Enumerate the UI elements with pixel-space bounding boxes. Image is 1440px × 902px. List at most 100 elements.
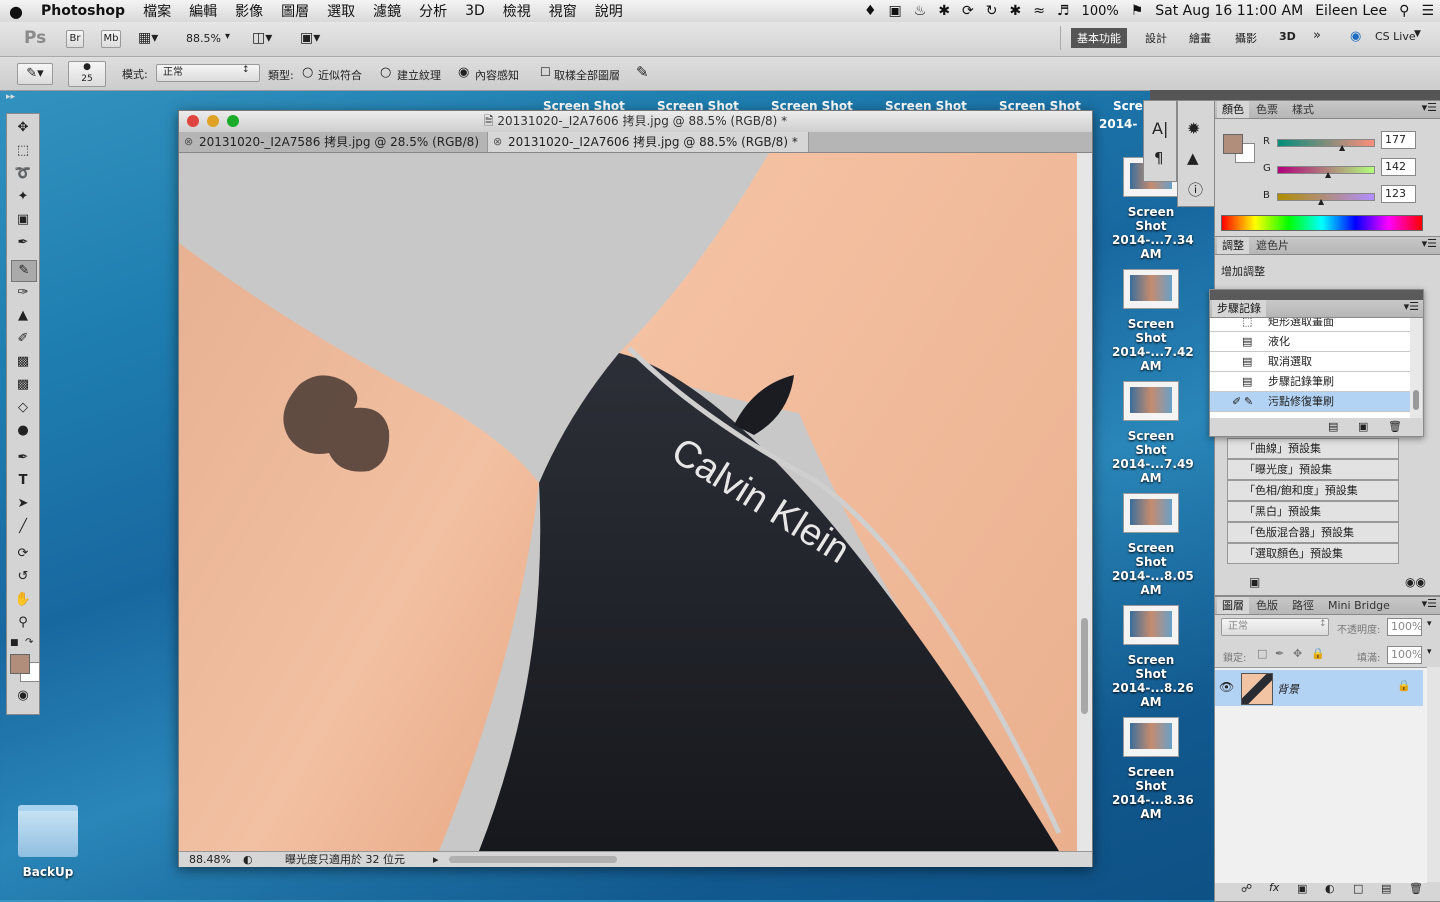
new-snapshot-icon[interactable]: ▣ <box>1358 420 1368 433</box>
b-slider-handle-icon[interactable]: ▲ <box>1318 197 1324 206</box>
fill-input[interactable]: 100% <box>1387 646 1422 664</box>
notification-center-icon[interactable]: ☰ <box>1415 3 1440 19</box>
hand-tool-icon[interactable]: ✋ <box>11 590 35 610</box>
lock-transparent-icon[interactable]: □ <box>1257 647 1267 660</box>
blur-tool-icon[interactable]: ◇ <box>11 398 35 418</box>
foreground-color-swatch[interactable] <box>10 654 30 674</box>
desktop-file-icon[interactable]: Screen Shot 2014-...7.42 AM <box>1112 269 1194 373</box>
clock-text[interactable]: Sat Aug 16 11:00 AM <box>1149 3 1309 19</box>
r-slider-handle-icon[interactable]: ▲ <box>1339 143 1345 152</box>
status-icon-tools[interactable]: ✱ <box>932 3 956 19</box>
brush-tool-icon[interactable]: ✑ <box>11 283 35 303</box>
spotlight-icon[interactable]: ⚲ <box>1393 3 1415 19</box>
pressure-size-icon[interactable]: ✎ <box>636 63 649 81</box>
layer-visibility-eye-icon[interactable]: 👁 <box>1219 680 1234 694</box>
quick-select-tool-icon[interactable]: ✦ <box>11 187 35 207</box>
image-canvas[interactable]: Calvin Klein <box>179 153 1077 851</box>
workspace-photography[interactable]: 攝影 <box>1235 30 1257 46</box>
tab-paths[interactable]: 路徑 <box>1287 597 1319 614</box>
r-value-input[interactable]: 177 <box>1381 131 1416 149</box>
tab-channels[interactable]: 色版 <box>1251 597 1283 614</box>
tab-adjustments[interactable]: 調整 <box>1217 237 1249 254</box>
adjustments-footer-icon[interactable]: ◉◉ <box>1405 575 1426 589</box>
window-minimize-button[interactable] <box>207 115 219 127</box>
vertical-scroll-thumb[interactable] <box>1081 618 1088 714</box>
cs-live-dropdown-icon[interactable]: ▼ <box>1414 29 1421 39</box>
radio-create-texture[interactable]: ○ <box>380 65 391 80</box>
toolbox-collapse-icon[interactable]: ▸▸ <box>6 92 15 102</box>
preset-black-white[interactable]: 「黑白」預設集 <box>1227 501 1399 522</box>
marquee-tool-icon[interactable]: ⬚ <box>11 141 35 161</box>
info-panel-icon[interactable]: ⓘ <box>1188 179 1203 200</box>
layer-style-icon[interactable]: fx <box>1269 881 1279 894</box>
menu-edit[interactable]: 編輯 <box>180 1 226 21</box>
document-tab-active[interactable]: ⊗ 20131020-_I2A7606 拷貝.jpg @ 88.5% (RGB/… <box>487 132 809 152</box>
menu-image[interactable]: 影像 <box>226 1 272 21</box>
more-workspaces-icon[interactable]: » <box>1313 28 1321 43</box>
lock-all-icon[interactable]: 🔒 <box>1311 647 1325 660</box>
layer-row-background[interactable]: 👁 背景 🔒 <box>1215 670 1423 706</box>
preset-exposure[interactable]: 「曝光度」預設集 <box>1227 459 1399 480</box>
menu-window[interactable]: 視窗 <box>540 1 586 21</box>
tab-close-icon[interactable]: ⊗ <box>184 132 193 152</box>
new-group-icon[interactable]: □ <box>1353 882 1363 895</box>
history-brush-tool-icon[interactable]: ✐ <box>11 329 35 349</box>
preset-hue-saturation[interactable]: 「色相/飽和度」預設集 <box>1227 480 1399 501</box>
new-adjustment-layer-icon[interactable]: ◐ <box>1325 882 1335 895</box>
blend-mode-select[interactable]: 正常 <box>1221 618 1329 636</box>
battery-text[interactable]: 100% <box>1076 4 1125 19</box>
quick-mask-icon[interactable]: ◉ <box>11 686 35 706</box>
radio-content-aware[interactable]: ◉ <box>458 65 469 80</box>
view-extras-icon[interactable]: ▦▾ <box>138 30 158 46</box>
workspace-3d[interactable]: 3D <box>1279 30 1296 43</box>
swap-colors-icon[interactable]: ↷ <box>25 637 33 648</box>
lock-pixels-icon[interactable]: ✒ <box>1275 647 1284 660</box>
tab-close-icon[interactable]: ⊗ <box>493 132 502 152</box>
panel-menu-icon[interactable]: ▾☰ <box>1422 101 1437 114</box>
bell-icon[interactable]: ♨ <box>908 3 933 19</box>
menu-layer[interactable]: 圖層 <box>272 1 318 21</box>
document-tab[interactable]: ⊗ 20131020-_I2A7586 拷貝.jpg @ 28.5% (RGB/… <box>179 132 489 152</box>
workspace-painting[interactable]: 繪畫 <box>1189 30 1211 46</box>
menu-help[interactable]: 說明 <box>586 1 632 21</box>
history-item-selected[interactable]: ✐ ✎ 污點修復筆刷 <box>1210 392 1410 412</box>
screen-mode-icon[interactable]: ▣▾ <box>300 30 320 46</box>
paragraph-panel-icon[interactable]: ¶ <box>1154 149 1164 167</box>
mini-bridge-button[interactable]: Mb <box>101 30 121 48</box>
panel-menu-icon[interactable]: ▾☰ <box>1422 597 1437 610</box>
history-item[interactable]: ▤ 取消選取 <box>1210 352 1410 372</box>
opacity-input[interactable]: 100% <box>1387 618 1422 636</box>
brush-panel-icon[interactable]: ✹ <box>1187 119 1200 138</box>
spot-healing-brush-tool-icon[interactable]: ✎ <box>11 260 37 282</box>
menu-file[interactable]: 檔案 <box>134 1 180 21</box>
pen-tool-icon[interactable]: ✒ <box>11 448 35 468</box>
dodge-tool-icon[interactable]: ● <box>11 421 35 441</box>
history-item[interactable]: ▤ 液化 <box>1210 332 1410 352</box>
tool-preset-picker[interactable]: ✎▾ <box>17 63 53 85</box>
menu-analysis[interactable]: 分析 <box>410 1 456 21</box>
user-name[interactable]: Eileen Lee <box>1309 3 1393 19</box>
opacity-dropdown-icon[interactable]: ▾ <box>1427 619 1432 629</box>
color-spectrum-ramp[interactable] <box>1221 215 1423 231</box>
default-colors-icon[interactable]: ■ <box>10 638 19 648</box>
radio-proximity-match[interactable]: ○ <box>302 65 313 80</box>
tab-styles[interactable]: 樣式 <box>1287 101 1319 118</box>
menu-3d[interactable]: 3D <box>456 3 494 19</box>
move-tool-icon[interactable]: ✥ <box>11 118 35 138</box>
bluetooth-icon[interactable]: ✱ <box>1004 3 1028 19</box>
type-tool-icon[interactable]: T <box>11 471 35 491</box>
status-menu-arrow-icon[interactable]: ▸ <box>433 852 439 867</box>
time-machine-icon[interactable]: ↻ <box>980 3 1004 19</box>
flag-icon[interactable]: ⚑ <box>1125 3 1150 19</box>
zoom-dropdown-icon[interactable]: ▾ <box>225 31 230 42</box>
line-tool-icon[interactable]: ╱ <box>11 517 35 537</box>
menu-filter[interactable]: 濾鏡 <box>364 1 410 21</box>
eraser-tool-icon[interactable]: ▩ <box>11 352 35 372</box>
history-item[interactable]: ▤ 步驟記錄筆刷 <box>1210 372 1410 392</box>
tab-masks[interactable]: 遮色片 <box>1251 237 1294 254</box>
brush-picker[interactable]: ● 25 <box>68 61 106 87</box>
history-panel-header[interactable] <box>1210 290 1423 300</box>
lasso-tool-icon[interactable]: ➰ <box>11 164 35 184</box>
3d-orbit-tool-icon[interactable]: ↺ <box>11 567 35 587</box>
new-layer-icon[interactable]: ▤ <box>1381 882 1391 895</box>
